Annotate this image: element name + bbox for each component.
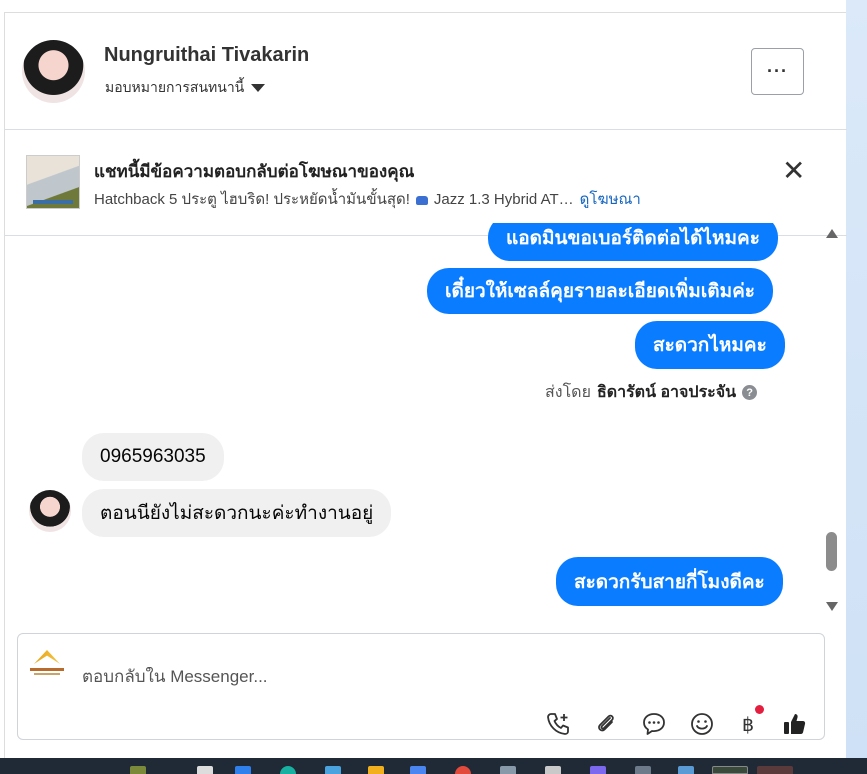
car-icon bbox=[415, 195, 428, 205]
message-bubble-outgoing[interactable]: แอดมินขอเบอร์ติดต่อได้ไหมคะ bbox=[488, 223, 778, 261]
taskbar-app-icon[interactable] bbox=[197, 766, 213, 774]
taskbar-app-icon[interactable] bbox=[757, 766, 793, 774]
contact-name[interactable]: Nungruithai Tivakarin bbox=[104, 44, 309, 67]
more-options-button[interactable]: ··· bbox=[751, 48, 804, 95]
emoji-icon[interactable] bbox=[689, 711, 715, 737]
contact-avatar-small[interactable] bbox=[29, 490, 71, 532]
taskbar-line-icon[interactable] bbox=[712, 766, 748, 774]
sent-by-prefix: ส่งโดย bbox=[545, 384, 591, 401]
taskbar-app-icon[interactable] bbox=[325, 766, 341, 774]
taskbar-app-icon[interactable] bbox=[500, 766, 516, 774]
ad-description: Hatchback 5 ประตู ไฮบริด! ประหยัดน้ำมันข… bbox=[94, 191, 410, 208]
reply-composer: ฿ bbox=[17, 633, 825, 740]
ad-banner-title: แชทนี้มีข้อความตอบกลับต่อโฆษณาของคุณ bbox=[94, 162, 415, 181]
reply-input[interactable] bbox=[82, 667, 682, 687]
taskbar-app-icon[interactable] bbox=[635, 766, 651, 774]
notification-dot bbox=[755, 705, 764, 714]
paperclip-icon[interactable] bbox=[593, 711, 619, 737]
scroll-down-arrow[interactable] bbox=[826, 602, 838, 611]
os-taskbar bbox=[0, 758, 867, 774]
ad-thumbnail bbox=[26, 155, 80, 209]
view-ad-link[interactable]: ดูโฆษณา bbox=[580, 191, 641, 208]
message-bubble-incoming[interactable]: 0965963035 bbox=[82, 433, 224, 481]
taskbar-app-icon[interactable] bbox=[545, 766, 561, 774]
sent-by-label: ส่งโดย ธิดารัตน์ อาจประจัน ? bbox=[545, 380, 758, 405]
taskbar-app-icon[interactable] bbox=[280, 766, 296, 774]
ad-description-tail: Jazz 1.3 Hybrid AT… bbox=[433, 191, 574, 208]
taskbar-app-icon[interactable] bbox=[455, 766, 471, 774]
scroll-up-arrow[interactable] bbox=[826, 229, 838, 238]
taskbar-app-icon[interactable] bbox=[235, 766, 251, 774]
message-bubble-outgoing[interactable]: สะดวกไหมคะ bbox=[635, 321, 785, 369]
sent-by-name: ธิดารัตน์ อาจประจัน bbox=[596, 384, 737, 401]
svg-text:฿: ฿ bbox=[742, 714, 754, 736]
sent-by-prefix: ส่งโดย bbox=[545, 615, 591, 616]
close-icon[interactable]: ✕ bbox=[782, 157, 805, 185]
messenger-window: Nungruithai Tivakarin มอบหมายการสนทนานี้… bbox=[0, 0, 867, 774]
ad-reply-banner: แชทนี้มีข้อความตอบกลับต่อโฆษณาของคุณ Hat… bbox=[5, 130, 847, 236]
message-bubble-outgoing[interactable]: สะดวกรับสายกี่โมงดีคะ bbox=[556, 557, 783, 606]
taskbar-app-icon[interactable] bbox=[590, 766, 606, 774]
taskbar-app-icon[interactable] bbox=[368, 766, 384, 774]
message-bubble-outgoing[interactable]: เดี๋ยวให้เซลล์คุยรายละเอียดเพิ่มเติมค่ะ bbox=[427, 268, 774, 314]
help-icon[interactable]: ? bbox=[742, 385, 758, 400]
taskbar-app-icon[interactable] bbox=[678, 766, 694, 774]
assign-conversation-dropdown[interactable]: มอบหมายการสนทนานี้ bbox=[105, 77, 266, 99]
contact-avatar[interactable] bbox=[22, 40, 85, 103]
sent-by-name: ธิดารัตน์ อาจประจัน bbox=[597, 615, 736, 616]
phone-plus-icon[interactable] bbox=[545, 711, 571, 737]
taskbar-app-icon[interactable] bbox=[130, 766, 146, 774]
scrollbar-thumb[interactable] bbox=[826, 532, 837, 571]
message-list: แอดมินขอเบอร์ติดต่อได้ไหมคะ เดี๋ยวให้เซล… bbox=[4, 223, 830, 616]
sent-by-label: ส่งโดย ธิดารัตน์ อาจประจัน ? bbox=[545, 615, 757, 616]
caret-down-icon bbox=[251, 84, 266, 92]
baht-icon[interactable]: ฿ bbox=[735, 711, 761, 737]
assign-label: มอบหมายการสนทนานี้ bbox=[105, 79, 245, 95]
conversation-header: Nungruithai Tivakarin มอบหมายการสนทนานี้… bbox=[5, 13, 847, 130]
thumbs-up-icon[interactable] bbox=[782, 711, 808, 737]
page-logo-icon bbox=[30, 648, 64, 678]
taskbar-app-icon[interactable] bbox=[410, 766, 426, 774]
desktop-background bbox=[846, 0, 867, 758]
message-bubble-incoming[interactable]: ตอนนียังไม่สะดวกนะค่ะทำงานอยู่ bbox=[82, 489, 392, 537]
ad-banner-subtitle: Hatchback 5 ประตู ไฮบริด! ประหยัดน้ำมันข… bbox=[94, 187, 641, 211]
chat-bubble-icon[interactable] bbox=[641, 711, 667, 737]
